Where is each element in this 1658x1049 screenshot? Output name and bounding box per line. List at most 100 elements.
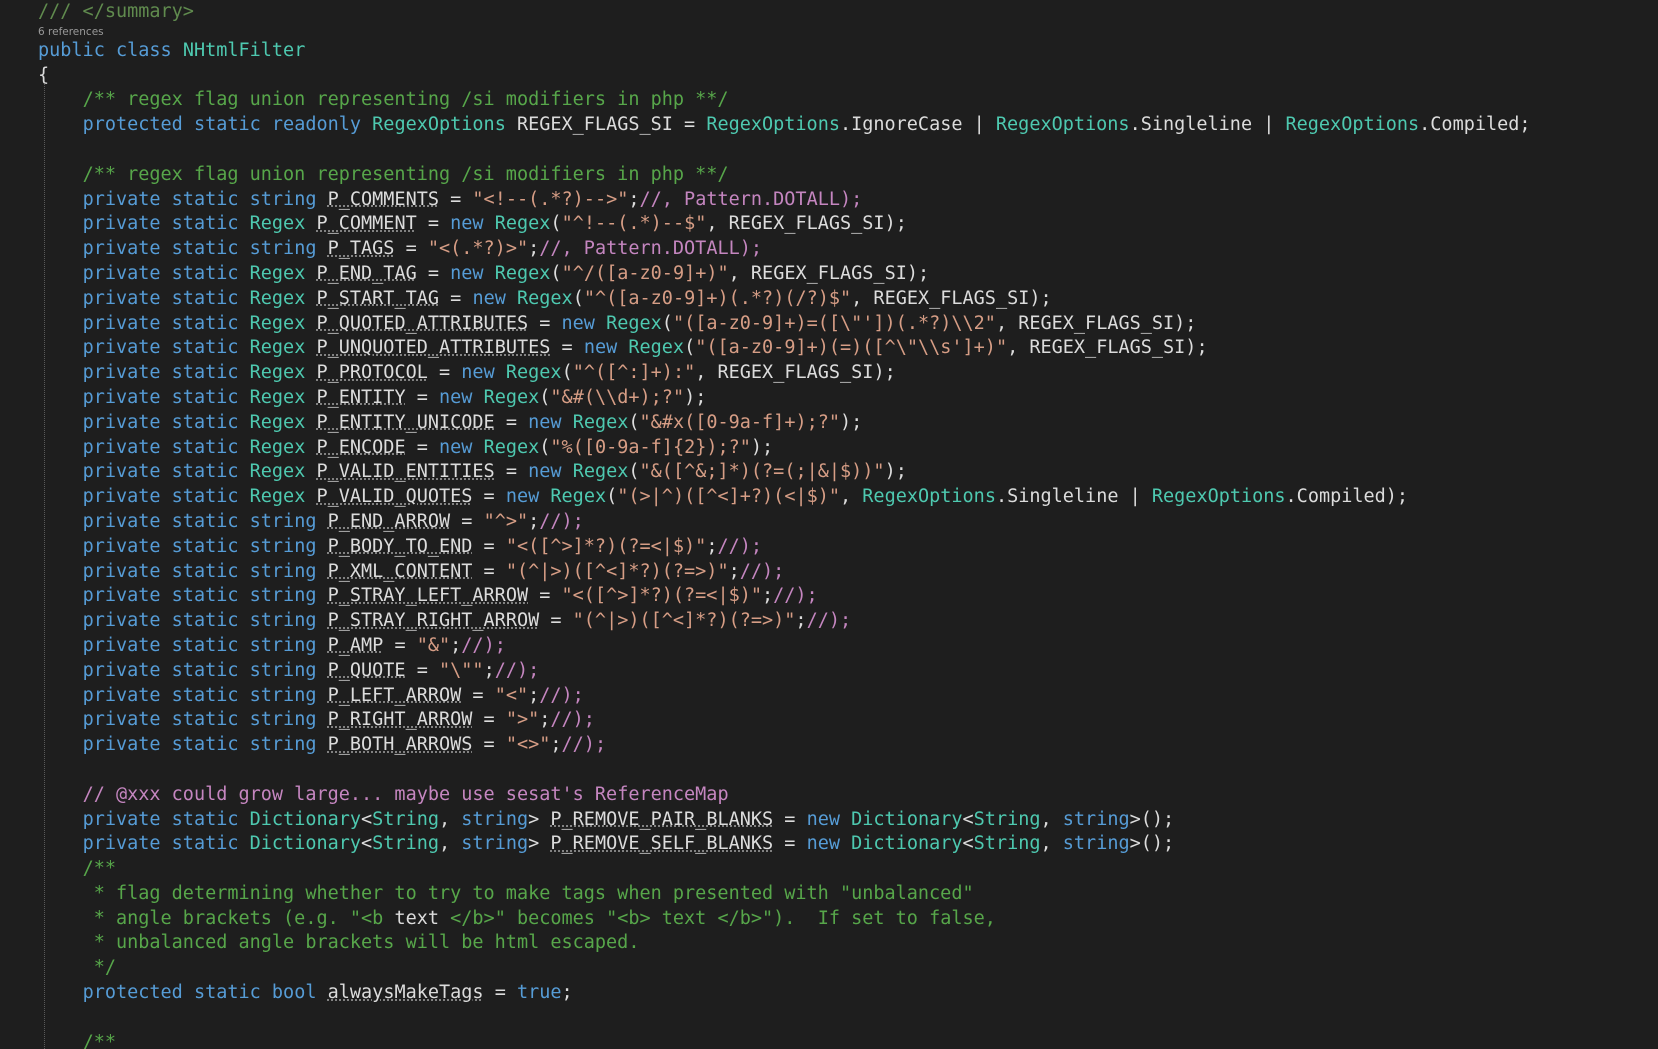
code-line[interactable]: private static Regex P_VALID_ENTITIES = … <box>38 460 1658 485</box>
code-line[interactable]: */ <box>38 956 1658 981</box>
code-token-p: ( <box>550 213 562 235</box>
code-token-tp: RegexOptions <box>706 114 840 136</box>
code-line[interactable]: private static string P_BOTH_ARROWS = "<… <box>38 733 1658 758</box>
code-token-kw: string <box>249 535 317 557</box>
code-token-p <box>161 511 172 532</box>
code-line[interactable]: private static string P_END_ARROW = "^>"… <box>38 510 1658 535</box>
code-token-str: "^>" <box>483 510 529 532</box>
code-line[interactable]: private static string P_BODY_TO_END = "<… <box>38 535 1658 560</box>
code-line[interactable]: private static Regex P_UNQUOTED_ATTRIBUT… <box>38 336 1658 361</box>
code-token-tp: Regex <box>249 262 306 284</box>
code-token-p: { <box>38 64 50 86</box>
codelens-references[interactable]: 6 references <box>38 25 1658 39</box>
code-line[interactable]: private static string P_TAGS = "<(.*?)>"… <box>38 237 1658 262</box>
code-token-p: ; <box>528 510 540 532</box>
code-line[interactable]: public class NHtmlFilter <box>38 39 1658 64</box>
code-line[interactable]: private static string P_QUOTE = "\"";//)… <box>38 659 1658 684</box>
code-line[interactable]: private static Regex P_QUOTED_ATTRIBUTES… <box>38 312 1658 337</box>
code-token-p <box>617 337 628 358</box>
code-line[interactable]: protected static bool alwaysMakeTags = t… <box>38 981 1658 1006</box>
code-line[interactable] <box>38 758 1658 783</box>
code-token-tp: RegexOptions <box>372 114 506 136</box>
code-line[interactable]: private static Regex P_COMMENT = new Reg… <box>38 212 1658 237</box>
code-line[interactable]: /** regex flag union representing /si mo… <box>38 163 1658 188</box>
code-line[interactable]: * angle brackets (e.g. "<b text </b>" be… <box>38 907 1658 932</box>
code-token-p <box>38 511 83 532</box>
code-lines[interactable]: /// </summary> 6 references public class N… <box>38 0 1658 1049</box>
code-line[interactable]: private static Regex P_VALID_QUOTES = ne… <box>38 485 1658 510</box>
code-token-p <box>305 313 316 334</box>
code-token-p: = <box>439 188 473 210</box>
code-line[interactable]: private static string P_STRAY_RIGHT_ARRO… <box>38 609 1658 634</box>
code-token-str: "(^|>)([^<]*?)(?=>)" <box>572 610 796 632</box>
code-token-kw: static <box>193 982 261 1004</box>
code-token-kw: string <box>249 709 317 731</box>
code-token-p <box>239 461 250 482</box>
code-token-p: = <box>539 610 573 632</box>
code-line[interactable]: private static Regex P_ENTITY_UNICODE = … <box>38 411 1658 436</box>
code-token-kw: private <box>82 262 161 284</box>
code-editor[interactable]: /// </summary> 6 references public class N… <box>0 0 1658 1049</box>
code-line[interactable]: private static Regex P_ENTITY = new Rege… <box>38 386 1658 411</box>
code-line[interactable] <box>38 1006 1658 1031</box>
code-token-p <box>305 412 316 433</box>
code-token-kw: static <box>171 287 239 309</box>
code-line[interactable]: private static Dictionary<String, string… <box>38 808 1658 833</box>
code-line[interactable]: * unbalanced angle brackets will be html… <box>38 931 1658 956</box>
code-line[interactable]: private static Regex P_PROTOCOL = new Re… <box>38 361 1658 386</box>
code-token-todo: //, Pattern.DOTALL); <box>539 238 763 260</box>
code-token-str: "^([a-z0-9]+)(.*?)(/?)$" <box>583 287 852 309</box>
code-token-p <box>472 437 483 458</box>
code-line[interactable]: protected static readonly RegexOptions R… <box>38 113 1658 138</box>
code-token-p: = <box>472 734 506 756</box>
code-token-tp: RegexOptions <box>1151 486 1286 508</box>
code-token-p <box>239 660 250 681</box>
code-token-kw: string <box>461 833 529 855</box>
code-line[interactable]: private static string P_LEFT_ARROW = "<"… <box>38 684 1658 709</box>
code-line[interactable]: // @xxx could grow large... maybe use se… <box>38 783 1658 808</box>
code-token-id: P_START_TAG <box>316 287 440 309</box>
code-line[interactable]: private static string P_RIGHT_ARROW = ">… <box>38 708 1658 733</box>
code-line[interactable] <box>38 138 1658 163</box>
code-token-p <box>305 486 316 507</box>
code-line[interactable]: private static string P_AMP = "&";//); <box>38 634 1658 659</box>
code-token-cm2: * unbalanced angle brackets will be html… <box>93 932 640 954</box>
code-line[interactable]: private static string P_COMMENTS = "<!--… <box>38 188 1658 213</box>
code-token-id: P_BOTH_ARROWS <box>327 734 473 756</box>
code-line[interactable]: private static Regex P_END_TAG = new Reg… <box>38 262 1658 287</box>
code-line[interactable]: private static Regex P_START_TAG = new R… <box>38 287 1658 312</box>
code-token-p: < <box>361 833 373 855</box>
code-token-kw: private <box>82 560 161 582</box>
code-line[interactable]: /// </summary> <box>38 0 1658 25</box>
code-token-p: ( <box>661 312 673 334</box>
code-token-p: = <box>773 833 807 855</box>
code-line[interactable]: /** <box>38 1031 1658 1049</box>
code-token-todo: //); <box>739 560 785 582</box>
code-token-p <box>316 610 327 631</box>
code-line[interactable]: /** regex flag union representing /si mo… <box>38 88 1658 113</box>
code-line[interactable]: { <box>38 64 1658 89</box>
code-token-id: P_STRAY_LEFT_ARROW <box>327 585 529 607</box>
code-token-p <box>305 213 316 234</box>
code-token-p: = <box>405 386 440 408</box>
code-token-p <box>316 561 327 582</box>
code-line[interactable]: private static Dictionary<String, string… <box>38 832 1658 857</box>
code-token-kw: static <box>171 510 239 532</box>
code-token-p: .Compiled); <box>1285 486 1409 508</box>
code-line[interactable]: private static string P_STRAY_LEFT_ARROW… <box>38 584 1658 609</box>
code-token-p: < <box>361 808 373 830</box>
code-line[interactable]: private static string P_XML_CONTENT = "(… <box>38 560 1658 585</box>
code-token-p <box>239 263 250 284</box>
code-token-kw: new <box>450 262 484 284</box>
code-token-p <box>305 437 316 458</box>
code-token-p: ; <box>762 585 774 607</box>
code-line[interactable]: * flag determining whether to try to mak… <box>38 882 1658 907</box>
code-token-id: P_STRAY_RIGHT_ARROW <box>327 610 540 632</box>
code-line[interactable]: private static Regex P_ENCODE = new Rege… <box>38 436 1658 461</box>
code-token-kw: private <box>82 610 161 632</box>
code-line[interactable]: /** <box>38 857 1658 882</box>
code-token-p <box>239 313 250 334</box>
code-token-kw: static <box>171 337 239 359</box>
code-token-p: >(); <box>1129 833 1175 855</box>
code-token-id: P_RIGHT_ARROW <box>327 709 473 731</box>
